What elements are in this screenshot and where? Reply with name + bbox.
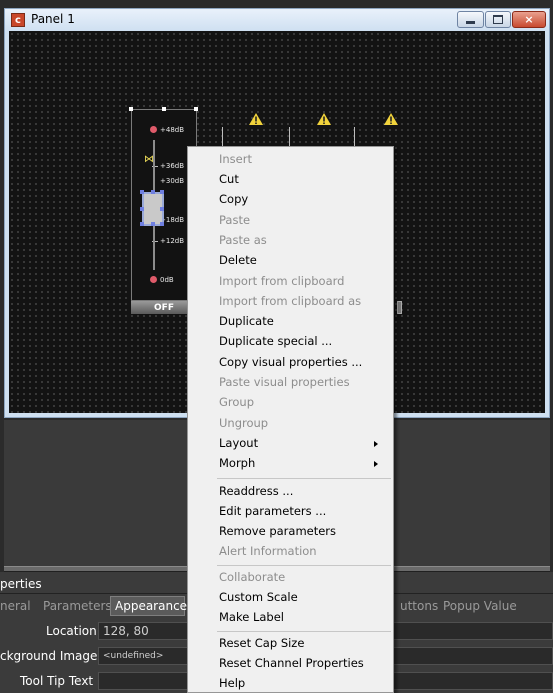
menu-separator xyxy=(217,478,391,479)
tab-parameters[interactable]: Parameters xyxy=(43,596,112,616)
title-bar[interactable]: c Panel 1 × xyxy=(5,9,549,31)
menu-item-paste-as[interactable]: Paste as xyxy=(219,233,267,247)
scale-label: +36dB xyxy=(160,162,185,170)
menu-item-paste[interactable]: Paste xyxy=(219,213,250,227)
selection-handle[interactable] xyxy=(140,222,144,226)
menu-item-morph[interactable]: Morph xyxy=(219,456,255,470)
selection-handle[interactable] xyxy=(160,190,164,194)
menu-item-duplicate-special[interactable]: Duplicate special ... xyxy=(219,334,332,348)
warning-icon xyxy=(384,113,398,125)
context-menu: Insert Cut Copy Paste Paste as Delete Im… xyxy=(187,146,394,693)
menu-item-group[interactable]: Group xyxy=(219,395,254,409)
menu-item-duplicate[interactable]: Duplicate xyxy=(219,314,274,328)
level-marker xyxy=(150,276,157,283)
scale-label: +48dB xyxy=(160,126,185,134)
channel-button[interactable] xyxy=(397,301,402,314)
menu-item-help[interactable]: Help xyxy=(219,676,245,690)
scale-label: +12dB xyxy=(160,237,185,245)
close-icon: × xyxy=(524,13,534,26)
tooltip-text-label: Tool Tip Text xyxy=(20,674,94,688)
window-title: Panel 1 xyxy=(31,12,75,26)
menu-item-cut[interactable]: Cut xyxy=(219,172,239,186)
menu-item-copy-visual-properties[interactable]: Copy visual properties ... xyxy=(219,355,362,369)
selection-handle[interactable] xyxy=(151,222,155,226)
fader-knob[interactable] xyxy=(140,190,164,226)
menu-item-copy[interactable]: Copy xyxy=(219,192,248,206)
background-image-label: ckground Image xyxy=(0,649,98,663)
level-marker xyxy=(150,126,157,133)
resize-handle[interactable] xyxy=(162,107,166,111)
resize-handle[interactable] xyxy=(129,107,133,111)
menu-item-reset-channel-properties[interactable]: Reset Channel Properties xyxy=(219,656,364,670)
minimize-button[interactable] xyxy=(457,11,484,28)
menu-separator xyxy=(217,631,391,632)
tab-general[interactable]: neral xyxy=(0,596,31,616)
menu-item-layout[interactable]: Layout xyxy=(219,436,258,450)
tab-buttons[interactable]: uttons xyxy=(400,596,438,616)
minimize-icon xyxy=(466,20,475,24)
menu-item-collaborate[interactable]: Collaborate xyxy=(219,570,285,584)
close-button[interactable]: × xyxy=(512,11,546,28)
warning-icon xyxy=(317,113,331,125)
scale-label: +30dB xyxy=(160,177,185,185)
menu-item-readdress[interactable]: Readdress ... xyxy=(219,484,293,498)
menu-item-import-clipboard[interactable]: Import from clipboard xyxy=(219,274,344,288)
selection-handle[interactable] xyxy=(140,190,144,194)
tab-appearance[interactable]: Appearance xyxy=(110,596,187,616)
app-icon-letter: c xyxy=(15,14,21,26)
maximize-icon xyxy=(493,15,503,24)
submenu-arrow-icon xyxy=(374,461,378,467)
app-icon: c xyxy=(11,13,25,27)
selection-handle[interactable] xyxy=(140,207,144,211)
menu-item-custom-scale[interactable]: Custom Scale xyxy=(219,590,298,604)
location-label: Location xyxy=(46,624,97,638)
maximize-button[interactable] xyxy=(485,11,511,28)
menu-item-edit-parameters[interactable]: Edit parameters ... xyxy=(219,504,326,518)
menu-item-alert-information[interactable]: Alert Information xyxy=(219,544,317,558)
menu-item-ungroup[interactable]: Ungroup xyxy=(219,416,268,430)
menu-separator xyxy=(217,565,391,566)
tab-popup-value[interactable]: Popup Value xyxy=(443,596,517,616)
selection-handle[interactable] xyxy=(160,207,164,211)
selection-handle[interactable] xyxy=(160,222,164,226)
menu-item-import-clipboard-as[interactable]: Import from clipboard as xyxy=(219,294,361,308)
selection-handle[interactable] xyxy=(151,190,155,194)
properties-title: perties xyxy=(0,577,42,591)
menu-item-make-label[interactable]: Make Label xyxy=(219,610,284,624)
menu-item-insert[interactable]: Insert xyxy=(219,152,252,166)
scale-label: 0dB xyxy=(160,276,174,284)
menu-item-paste-visual-properties[interactable]: Paste visual properties xyxy=(219,375,350,389)
menu-item-reset-cap-size[interactable]: Reset Cap Size xyxy=(219,636,304,650)
menu-item-delete[interactable]: Delete xyxy=(219,253,257,267)
menu-item-remove-parameters[interactable]: Remove parameters xyxy=(219,524,336,538)
warning-icon xyxy=(249,113,263,125)
submenu-arrow-icon xyxy=(374,441,378,447)
resize-handle[interactable] xyxy=(194,107,198,111)
